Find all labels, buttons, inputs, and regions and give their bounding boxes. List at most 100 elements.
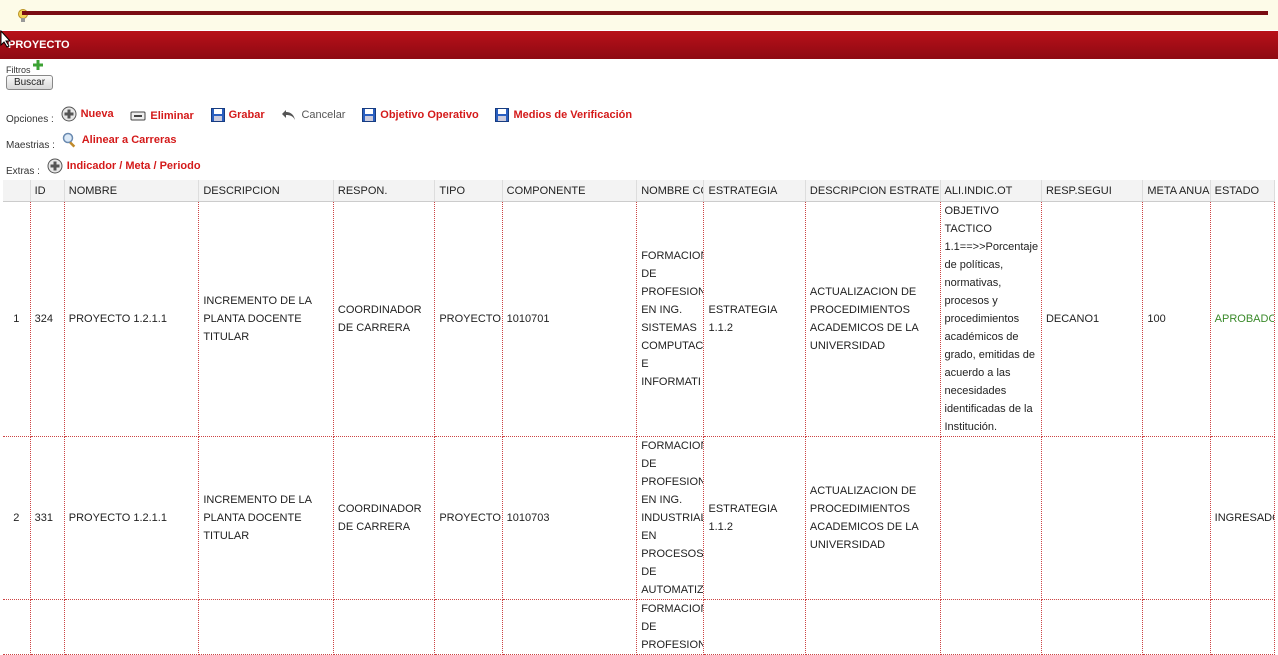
- cell-nombre[interactable]: [64, 599, 200, 655]
- save-label: Grabar: [228, 109, 265, 121]
- col-respon[interactable]: RESPON.: [333, 180, 436, 202]
- operational-objective-label: Objetivo Operativo: [380, 109, 479, 121]
- cell-nombre[interactable]: PROYECTO 1.2.1.1: [64, 436, 200, 600]
- col-resp-segui[interactable]: RESP.SEGUI: [1041, 180, 1144, 202]
- extras-toolbar: Extras : Indicador / Meta / Periodo: [6, 157, 215, 177]
- table-header-row: ID NOMBRE DESCRIPCION RESPON. TIPO COMPO…: [3, 180, 1276, 202]
- extras-label: Extras :: [6, 166, 40, 177]
- cell-id[interactable]: 331: [30, 436, 65, 600]
- mouse-cursor-icon: [0, 30, 12, 48]
- col-nombre[interactable]: NOMBRE: [64, 180, 200, 202]
- cell-respon[interactable]: COORDINADOR DE CARRERA: [333, 201, 436, 437]
- cell-meta-anual[interactable]: 100: [1142, 201, 1211, 437]
- cell-nombre[interactable]: PROYECTO 1.2.1.1: [64, 201, 200, 437]
- filters-toggle[interactable]: Filtros: [6, 60, 44, 75]
- top-bar: [0, 0, 1278, 30]
- col-meta-anual[interactable]: META ANUA: [1142, 180, 1211, 202]
- row-number: 1: [3, 201, 31, 437]
- cell-resp-segui[interactable]: DECANO1: [1041, 201, 1144, 437]
- indicator-meta-period-label: Indicador / Meta / Periodo: [66, 160, 201, 172]
- cell-descripcion[interactable]: INCREMENTO DE LA PLANTA DOCENTE TITULAR: [198, 201, 334, 437]
- add-filter-icon[interactable]: [33, 60, 44, 70]
- cell-estado[interactable]: APROBADO: [1210, 201, 1276, 437]
- col-estado[interactable]: ESTADO: [1210, 180, 1276, 202]
- cell-estrategia[interactable]: [703, 599, 806, 655]
- top-divider: [22, 11, 1268, 15]
- projects-table: ID NOMBRE DESCRIPCION RESPON. TIPO COMPO…: [3, 180, 1276, 655]
- cell-ali-indic-ot[interactable]: [940, 599, 1042, 655]
- col-rownum[interactable]: [3, 180, 31, 202]
- cell-ali-indic-ot[interactable]: [940, 436, 1042, 600]
- plus-circle-icon: [47, 158, 63, 174]
- save-icon: [210, 108, 225, 122]
- table-row[interactable]: 2 331 PROYECTO 1.2.1.1 INCREMENTO DE LA …: [3, 436, 1276, 600]
- save-icon: [495, 108, 510, 122]
- new-button[interactable]: Nueva: [61, 105, 114, 123]
- verification-means-button[interactable]: Medios de Verificación: [495, 106, 632, 124]
- undo-icon: [282, 110, 296, 120]
- cell-id[interactable]: 324: [30, 201, 65, 437]
- cell-descripcion-estrategia[interactable]: ACTUALIZACION DE PROCEDIMIENTOS ACADEMIC…: [805, 436, 941, 600]
- save-icon: [362, 108, 377, 122]
- cell-tipo[interactable]: PROYECTO: [434, 436, 503, 600]
- cell-descripcion[interactable]: INCREMENTO DE LA PLANTA DOCENTE TITULAR: [198, 436, 334, 600]
- maestrias-toolbar: Maestrias : Alinear a Carreras: [6, 131, 190, 151]
- filters-label: Filtros: [6, 65, 31, 75]
- align-careers-button[interactable]: Alinear a Carreras: [62, 131, 177, 149]
- minus-box-icon: [130, 111, 146, 121]
- page-title: PROYECTO: [8, 39, 70, 51]
- row-number: 2: [3, 436, 31, 600]
- table-row[interactable]: FORMACION DE PROFESION: [3, 599, 1276, 655]
- cell-componente[interactable]: [502, 599, 638, 655]
- col-descripcion-estrategia[interactable]: DESCRIPCION ESTRATE: [805, 180, 941, 202]
- cell-estado[interactable]: [1210, 599, 1276, 655]
- cell-estrategia[interactable]: ESTRATEGIA 1.1.2: [703, 201, 806, 437]
- cell-resp-segui[interactable]: [1041, 599, 1144, 655]
- cell-meta-anual[interactable]: [1142, 436, 1211, 600]
- table-row[interactable]: 1 324 PROYECTO 1.2.1.1 INCREMENTO DE LA …: [3, 201, 1276, 437]
- cell-estrategia[interactable]: ESTRATEGIA 1.1.2: [703, 436, 806, 600]
- cell-descripcion[interactable]: [198, 599, 334, 655]
- cell-ali-indic-ot[interactable]: OBJETIVO TACTICO 1.1==>>Porcentaje de po…: [940, 201, 1042, 437]
- cell-descripcion-estrategia[interactable]: [805, 599, 941, 655]
- cell-estado[interactable]: INGRESADO: [1210, 436, 1276, 600]
- col-componente[interactable]: COMPONENTE: [502, 180, 638, 202]
- cell-meta-anual[interactable]: [1142, 599, 1211, 655]
- cell-componente[interactable]: 1010701: [502, 201, 638, 437]
- indicator-meta-period-button[interactable]: Indicador / Meta / Periodo: [47, 157, 201, 175]
- cell-componente[interactable]: 1010703: [502, 436, 638, 600]
- maestrias-label: Maestrias :: [6, 140, 55, 151]
- cancel-button[interactable]: Cancelar: [281, 106, 345, 124]
- cell-descripcion-estrategia[interactable]: ACTUALIZACION DE PROCEDIMIENTOS ACADEMIC…: [805, 201, 941, 437]
- options-toolbar: Opciones : Nueva Eliminar Grabar Cancela…: [6, 105, 646, 125]
- cell-id[interactable]: [30, 599, 65, 655]
- delete-button[interactable]: Eliminar: [130, 107, 194, 125]
- search-icon: [62, 132, 75, 148]
- cell-nombre-componente[interactable]: FORMACION DE PROFESION EN ING. INDUSTRIA…: [636, 436, 705, 600]
- align-careers-label: Alinear a Carreras: [81, 134, 177, 146]
- cancel-label: Cancelar: [301, 109, 346, 121]
- col-id[interactable]: ID: [30, 180, 65, 202]
- delete-label: Eliminar: [150, 110, 194, 122]
- row-number: [3, 599, 31, 655]
- operational-objective-button[interactable]: Objetivo Operativo: [362, 106, 479, 124]
- cell-tipo[interactable]: [434, 599, 503, 655]
- col-tipo[interactable]: TIPO: [434, 180, 503, 202]
- col-estrategia[interactable]: ESTRATEGIA: [703, 180, 806, 202]
- cell-nombre-componente[interactable]: FORMACION DE PROFESION: [636, 599, 705, 655]
- cell-nombre-componente[interactable]: FORMACION DE PROFESION EN ING. SISTEMAS …: [636, 201, 705, 437]
- verification-means-label: Medios de Verificación: [513, 109, 633, 121]
- options-label: Opciones :: [6, 114, 54, 125]
- page-title-bar: PROYECTO: [0, 31, 1278, 59]
- cell-respon[interactable]: [333, 599, 436, 655]
- col-ali-indic-ot[interactable]: ALI.INDIC.OT: [940, 180, 1042, 202]
- search-button[interactable]: Buscar: [6, 75, 53, 90]
- new-label: Nueva: [80, 108, 114, 120]
- cell-tipo[interactable]: PROYECTO: [434, 201, 503, 437]
- save-button[interactable]: Grabar: [210, 106, 265, 124]
- cell-respon[interactable]: COORDINADOR DE CARRERA: [333, 436, 436, 600]
- cell-resp-segui[interactable]: [1041, 436, 1144, 600]
- plus-circle-icon: [61, 106, 77, 122]
- col-descripcion[interactable]: DESCRIPCION: [198, 180, 334, 202]
- col-nombre-componente[interactable]: NOMBRE CO: [636, 180, 705, 202]
